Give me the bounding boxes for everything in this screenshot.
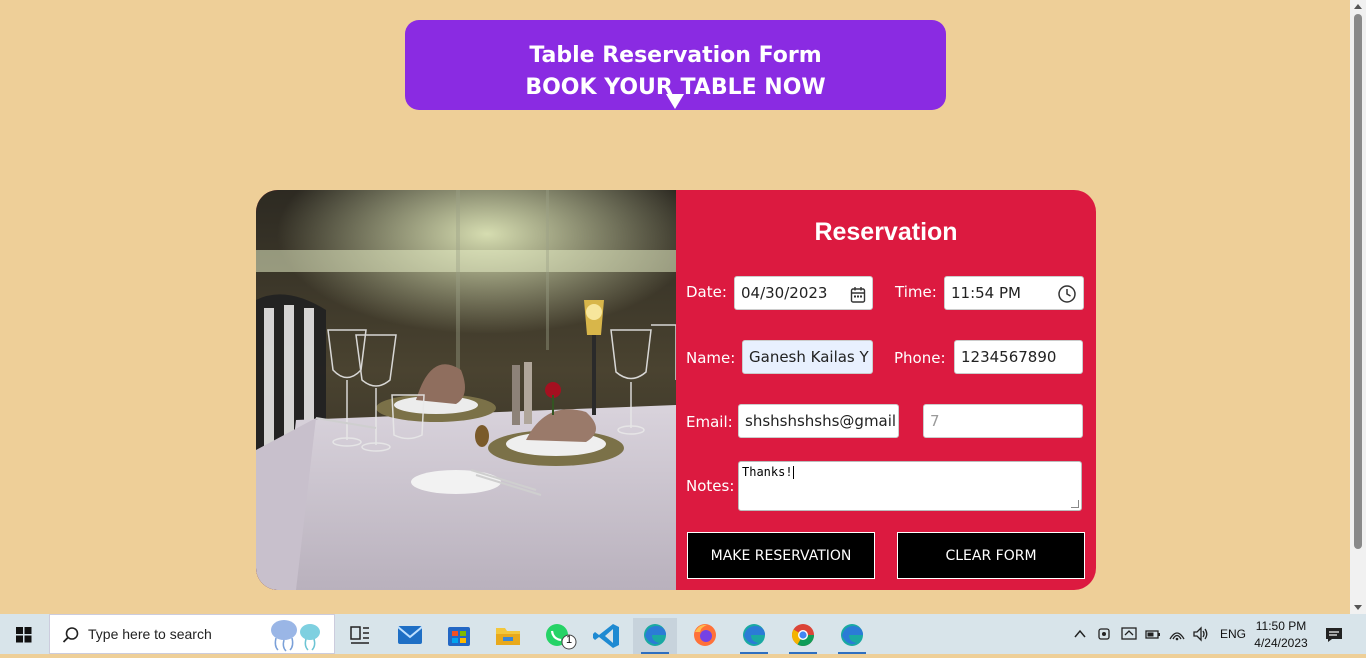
- edge-button-3[interactable]: [830, 618, 874, 654]
- store-icon: [448, 627, 470, 646]
- scroll-down-icon[interactable]: [1354, 605, 1362, 610]
- time-label: Time:: [895, 283, 937, 301]
- task-view-icon: [350, 626, 369, 644]
- task-view-button[interactable]: [338, 618, 382, 654]
- phone-label: Phone:: [894, 349, 946, 367]
- firefox-button[interactable]: [683, 618, 727, 654]
- mail-app-button[interactable]: [388, 618, 432, 654]
- file-explorer-icon: [496, 628, 520, 645]
- jellyfish-icon: [271, 620, 320, 652]
- meet-now-icon[interactable]: [1096, 626, 1112, 642]
- clock-date: 4/24/2023: [1254, 636, 1308, 650]
- edge-button-2[interactable]: [732, 618, 776, 654]
- scrollbar-thumb[interactable]: [1354, 14, 1362, 549]
- firefox-icon: [694, 624, 716, 646]
- date-input[interactable]: 04/30/2023: [734, 276, 873, 310]
- network-share-icon[interactable]: [1120, 626, 1138, 642]
- windows-logo-icon: [16, 627, 32, 643]
- notifications-icon[interactable]: [1324, 625, 1344, 645]
- date-value: 04/30/2023: [741, 284, 828, 302]
- start-button[interactable]: [0, 614, 48, 654]
- time-value: 11:54 PM: [951, 284, 1021, 302]
- store-app-button[interactable]: [437, 618, 481, 654]
- vertical-scrollbar[interactable]: [1350, 0, 1366, 614]
- banner-title: Table Reservation Form: [529, 43, 822, 68]
- clock-icon[interactable]: [1057, 283, 1077, 309]
- notes-label: Notes:: [686, 477, 735, 495]
- file-explorer-button[interactable]: [486, 618, 530, 654]
- reservation-form: Reservation Date: 04/30/2023 Time: 11:54…: [676, 190, 1096, 590]
- chrome-icon: [792, 624, 814, 646]
- whatsapp-badge: 1: [566, 634, 573, 646]
- phone-input[interactable]: 1234567890: [954, 340, 1083, 374]
- edge-button-active[interactable]: [633, 618, 677, 654]
- search-icon: [62, 627, 79, 643]
- name-input[interactable]: Ganesh Kailas Y: [742, 340, 873, 374]
- whatsapp-icon: [546, 624, 577, 650]
- language-indicator[interactable]: ENG: [1220, 627, 1246, 641]
- vscode-icon: [593, 624, 619, 648]
- calendar-icon[interactable]: [850, 283, 866, 309]
- arrow-down-icon: [666, 94, 684, 109]
- resize-handle-icon[interactable]: [1071, 500, 1079, 508]
- text-caret: [792, 466, 794, 479]
- scroll-up-icon[interactable]: [1354, 4, 1362, 9]
- search-placeholder: Type here to search: [88, 626, 212, 642]
- edge-icon: [841, 624, 863, 646]
- make-reservation-button[interactable]: MAKE RESERVATION: [687, 532, 875, 579]
- clear-form-button[interactable]: CLEAR FORM: [897, 532, 1085, 579]
- clock-time: 11:50 PM: [1255, 619, 1307, 633]
- reservation-card: Reservation Date: 04/30/2023 Time: 11:54…: [256, 190, 1096, 590]
- volume-icon[interactable]: [1192, 625, 1210, 643]
- mail-icon: [397, 626, 423, 644]
- edge-icon: [743, 624, 765, 646]
- restaurant-table-image: [256, 190, 676, 590]
- vscode-button[interactable]: [585, 618, 629, 654]
- taskbar-clock[interactable]: 11:50 PM 4/24/2023: [1251, 618, 1311, 652]
- whatsapp-button[interactable]: 1: [536, 618, 580, 654]
- edge-icon: [644, 624, 666, 646]
- notes-value: Thanks!: [742, 465, 793, 479]
- date-label: Date:: [686, 283, 727, 301]
- guests-input[interactable]: 7: [923, 404, 1083, 438]
- chevron-up-icon[interactable]: [1073, 628, 1087, 640]
- windows-taskbar: Type here to search 1 ENG 11:50 PM 4/24/…: [0, 614, 1366, 654]
- form-title: Reservation: [814, 218, 958, 246]
- taskbar-search-box[interactable]: Type here to search: [49, 614, 335, 654]
- email-input[interactable]: shshshshshs@gmail: [738, 404, 899, 438]
- time-input[interactable]: 11:54 PM: [944, 276, 1084, 310]
- battery-icon[interactable]: [1144, 626, 1162, 642]
- chrome-button[interactable]: [781, 618, 825, 654]
- notes-textarea[interactable]: Thanks!: [738, 461, 1082, 511]
- name-label: Name:: [686, 349, 736, 367]
- wifi-icon[interactable]: [1168, 625, 1186, 643]
- email-label: Email:: [686, 413, 733, 431]
